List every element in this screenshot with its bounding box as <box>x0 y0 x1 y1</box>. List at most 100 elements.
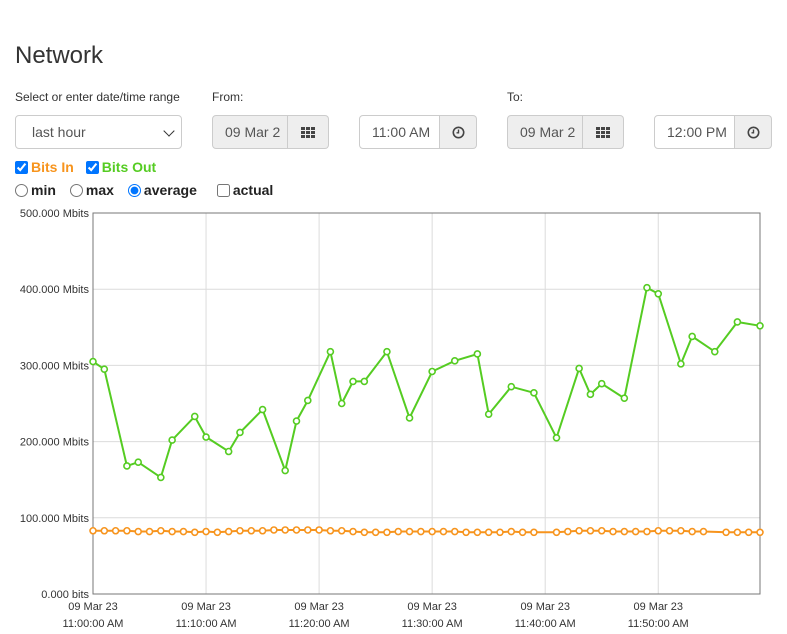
bits-in-point <box>236 526 244 535</box>
bits-in-point <box>303 526 312 534</box>
bits-in-point <box>450 527 459 536</box>
bits-in-toggle[interactable]: Bits In <box>15 159 74 175</box>
bits-in-point <box>530 528 538 537</box>
bits-out-point <box>100 365 109 374</box>
calendar-grid-icon <box>596 126 610 138</box>
bits-out-toggle[interactable]: Bits Out <box>85 159 157 175</box>
bits-out-point <box>360 377 369 386</box>
bits-out-label: Bits Out <box>101 159 157 175</box>
bits-in-point <box>326 526 335 535</box>
mode-average-label: average <box>143 182 197 198</box>
to-label: To: <box>507 90 524 104</box>
bits-in-point <box>439 527 448 536</box>
bits-in-checkbox[interactable] <box>15 160 28 174</box>
chevron-down-icon <box>163 125 175 137</box>
x-tick-label-date: 09 Mar 23 <box>68 601 118 613</box>
bits-in-point <box>575 526 583 535</box>
bits-in-point <box>258 526 267 535</box>
calendar-grid-icon <box>301 126 315 138</box>
bits-out-point <box>575 364 583 373</box>
bits-in-point <box>281 526 289 534</box>
bits-in-point <box>134 527 143 536</box>
to-date-input[interactable]: 09 Mar 2 <box>507 115 583 149</box>
bits-out-point <box>258 405 267 414</box>
bits-out-point <box>552 433 561 442</box>
bits-in-point <box>394 527 403 536</box>
from-clock-button[interactable] <box>440 115 477 149</box>
mode-options: min max average actual <box>15 182 287 198</box>
bits-in-point <box>371 528 380 537</box>
from-calendar-button[interactable] <box>288 115 329 149</box>
from-time-group: 11:00 AM <box>359 115 477 149</box>
bits-in-point <box>270 526 278 534</box>
x-tick-label-time: 11:20:00 AM <box>289 618 350 630</box>
clock-icon <box>747 126 759 138</box>
bits-out-point <box>303 396 312 405</box>
x-tick-label-time: 11:30:00 AM <box>402 618 463 630</box>
bits-in-point <box>609 527 617 536</box>
bits-in-point <box>733 528 742 537</box>
bits-in-point <box>496 528 504 537</box>
page-title: Network <box>15 42 104 69</box>
bits-out-point <box>620 394 629 402</box>
bits-in-point <box>518 528 527 537</box>
bits-out-point <box>89 357 97 366</box>
mode-average[interactable]: average <box>127 182 197 198</box>
bits-in-point <box>507 527 516 536</box>
bits-out-point <box>643 283 651 292</box>
bits-in-point <box>224 527 233 536</box>
x-tick-label-date: 09 Mar 23 <box>633 601 683 613</box>
range-select[interactable]: last hour <box>15 115 182 149</box>
x-tick-label-date: 09 Mar 23 <box>407 601 457 613</box>
bits-in-point <box>744 528 753 537</box>
to-time-input[interactable]: 12:00 PM <box>654 115 735 149</box>
bits-out-point <box>281 466 289 475</box>
mode-average-radio[interactable] <box>127 183 141 197</box>
bits-in-point <box>462 528 470 537</box>
bits-out-point <box>383 347 391 356</box>
bits-in-point <box>620 527 629 536</box>
bits-out-point <box>597 379 606 388</box>
bits-in-point <box>405 527 414 536</box>
bits-in-point <box>552 528 561 537</box>
bits-out-point <box>326 347 335 356</box>
bits-out-point <box>236 428 244 437</box>
bits-in-point <box>677 526 685 535</box>
to-clock-button[interactable] <box>735 115 772 149</box>
bits-out-point <box>349 377 357 386</box>
bits-in-point <box>213 528 222 537</box>
from-time-input[interactable]: 11:00 AM <box>359 115 440 149</box>
bits-in-point <box>643 527 651 536</box>
bits-in-point <box>190 528 199 537</box>
bits-out-point <box>337 399 346 408</box>
y-tick-label: 200.000 Mbits <box>20 437 90 449</box>
mode-actual[interactable]: actual <box>216 182 273 198</box>
mode-min[interactable]: min <box>15 182 56 198</box>
bits-out-point <box>473 350 482 358</box>
from-date-group: 09 Mar 2 <box>212 115 329 149</box>
bits-out-checkbox[interactable] <box>85 160 99 174</box>
series-toggles: Bits In Bits Out <box>15 159 170 175</box>
plot-border <box>92 212 761 595</box>
from-date-input[interactable]: 09 Mar 2 <box>212 115 288 149</box>
x-tick-label-date: 09 Mar 23 <box>520 601 570 613</box>
bits-in-point <box>349 527 357 536</box>
bits-in-point <box>631 527 640 536</box>
y-tick-label: 300.000 Mbits <box>20 360 90 372</box>
mode-max-radio[interactable] <box>69 183 83 197</box>
bits-in-point <box>688 527 696 536</box>
y-tick-label: 500.000 Mbits <box>20 208 90 220</box>
bits-in-point <box>484 528 493 537</box>
x-tick-label-date: 09 Mar 23 <box>294 601 344 613</box>
bits-out-point <box>450 357 459 365</box>
bits-in-point <box>100 526 109 535</box>
mode-max[interactable]: max <box>69 182 114 198</box>
x-tick-label-time: 11:00:00 AM <box>63 618 124 630</box>
from-label: From: <box>212 90 244 104</box>
bits-in-point <box>247 526 256 535</box>
to-calendar-button[interactable] <box>583 115 624 149</box>
mode-min-radio[interactable] <box>15 183 28 197</box>
bits-in-label: Bits In <box>31 159 74 175</box>
mode-actual-checkbox[interactable] <box>216 183 230 197</box>
bits-in-point <box>168 527 176 536</box>
